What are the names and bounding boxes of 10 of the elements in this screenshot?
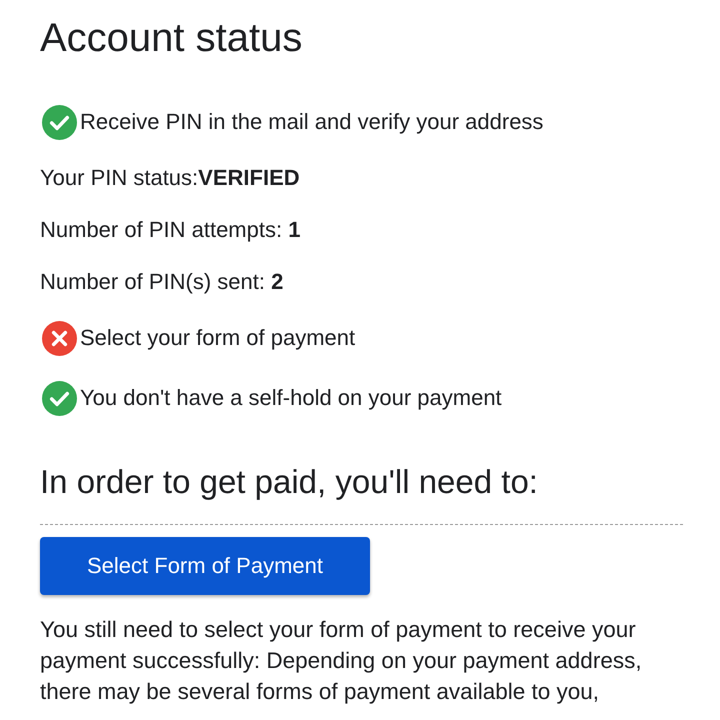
page-title: Account status [40, 16, 302, 60]
status-text: Receive PIN in the mail and verify your address [80, 108, 544, 136]
detail-text: Number of PIN(s) sent: 2 [40, 268, 284, 296]
select-payment-button[interactable]: Select Form of Payment [40, 537, 370, 595]
status-text: You don't have a self-hold on your payment [80, 384, 502, 412]
status-text: Select your form of payment [80, 324, 356, 352]
section-heading: In order to get paid, you'll need to: [40, 464, 538, 500]
detail-text: Your PIN status:VERIFIED [40, 164, 300, 192]
detail-text: Number of PIN attempts: 1 [40, 216, 300, 244]
description-text: You still need to select your form of payment to receive your payment successfully: Depending on your payment address, there may be several forms of payment available to you, [40, 616, 643, 706]
